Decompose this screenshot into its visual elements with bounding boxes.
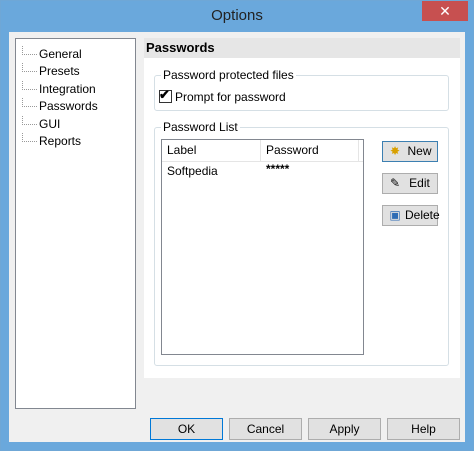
tree-item-passwords[interactable]: Passwords bbox=[22, 98, 100, 115]
tree-item-presets[interactable]: Presets bbox=[22, 63, 82, 80]
column-header-password[interactable]: Password bbox=[261, 140, 359, 161]
window-title: Options bbox=[211, 7, 263, 24]
tree-connector bbox=[22, 63, 37, 72]
tree-item-general[interactable]: General bbox=[22, 46, 84, 63]
password-list-group: Password List Label Password Softpedia *… bbox=[154, 120, 449, 366]
tree-item-label: Integration bbox=[39, 82, 96, 96]
column-header-label[interactable]: Label bbox=[162, 140, 261, 161]
ok-button[interactable]: OK bbox=[150, 418, 223, 440]
list-header: Label Password bbox=[162, 140, 363, 162]
checkbox-box[interactable]: ✔ bbox=[159, 87, 172, 103]
protected-files-group: Password protected files ✔ Prompt for pas… bbox=[154, 68, 449, 111]
check-icon: ✔ bbox=[159, 87, 170, 102]
tree-connector bbox=[22, 98, 37, 107]
new-button-label: New bbox=[407, 144, 432, 158]
tree-item-label: Reports bbox=[39, 134, 82, 148]
tree-connector bbox=[22, 81, 37, 90]
edit-button[interactable]: ✎ Edit bbox=[382, 173, 438, 194]
passwords-panel: Passwords Password protected files ✔ Prom… bbox=[144, 38, 460, 378]
tree-connector bbox=[22, 46, 37, 55]
tree-item-reports[interactable]: Reports bbox=[22, 133, 83, 150]
dialog-client: General Presets Integration Passwords GU… bbox=[9, 32, 465, 442]
dialog-button-bar: OK Cancel Apply Help bbox=[9, 410, 465, 442]
prompt-password-checkbox[interactable]: ✔ Prompt for password bbox=[159, 87, 286, 104]
checkbox-label: Prompt for password bbox=[175, 90, 286, 104]
delete-button-label: Delete bbox=[405, 208, 440, 222]
password-list[interactable]: Label Password Softpedia ***** bbox=[161, 139, 364, 355]
pencil-icon: ✎ bbox=[389, 176, 401, 190]
cancel-button[interactable]: Cancel bbox=[229, 418, 302, 440]
delete-button[interactable]: ▣ Delete bbox=[382, 205, 440, 226]
title-bar[interactable]: Options ✕ bbox=[1, 1, 473, 32]
tree-item-gui[interactable]: GUI bbox=[22, 116, 62, 133]
delete-icon: ▣ bbox=[389, 208, 401, 222]
list-row[interactable]: Softpedia ***** bbox=[162, 162, 363, 180]
panel-heading: Passwords bbox=[144, 38, 460, 58]
group-title: Password protected files bbox=[161, 68, 296, 82]
tree-item-label: Presets bbox=[39, 64, 80, 78]
help-button[interactable]: Help bbox=[387, 418, 460, 440]
tree-item-label: General bbox=[39, 47, 82, 61]
close-button[interactable]: ✕ bbox=[422, 1, 468, 21]
tree-item-label: GUI bbox=[39, 117, 61, 131]
options-tree: General Presets Integration Passwords GU… bbox=[15, 38, 136, 409]
row-label: Softpedia bbox=[167, 164, 218, 178]
options-window: Options ✕ General Presets Integration Pa… bbox=[0, 0, 474, 451]
tree-item-integration[interactable]: Integration bbox=[22, 81, 98, 98]
edit-button-label: Edit bbox=[409, 176, 430, 190]
new-button[interactable]: ✸ New bbox=[382, 141, 438, 162]
tree-connector bbox=[22, 116, 37, 125]
apply-button[interactable]: Apply bbox=[308, 418, 381, 440]
close-icon: ✕ bbox=[439, 3, 451, 19]
row-password: ***** bbox=[266, 162, 290, 176]
tree-item-label: Passwords bbox=[39, 99, 98, 113]
new-star-icon: ✸ bbox=[389, 144, 401, 158]
tree-connector bbox=[22, 133, 37, 142]
group-title: Password List bbox=[161, 120, 240, 134]
